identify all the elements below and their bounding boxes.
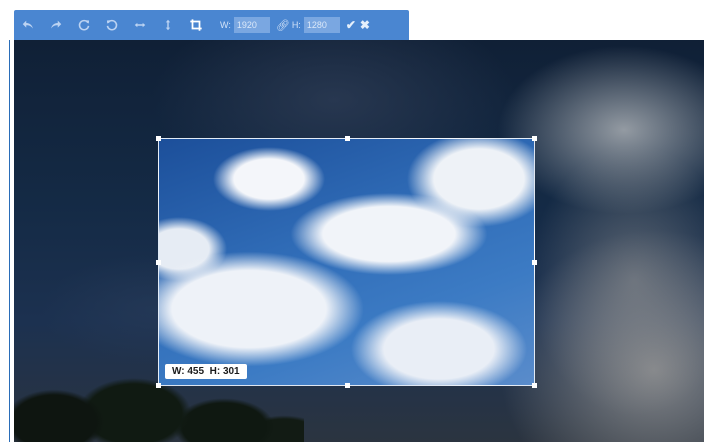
height-input[interactable]: [303, 17, 340, 33]
crop-size-badge: W: 455 H: 301: [165, 364, 247, 379]
flip-vertical-icon[interactable]: [154, 10, 182, 40]
check-icon[interactable]: ✔: [346, 18, 356, 32]
rotate-left-icon[interactable]: [98, 10, 126, 40]
editor-left-border: [9, 40, 10, 442]
close-icon[interactable]: ✖: [360, 18, 370, 32]
crop-handle-left[interactable]: [156, 260, 161, 265]
crop-handle-top[interactable]: [345, 136, 350, 141]
link-icon[interactable]: 🔗︎: [276, 19, 290, 32]
crop-handle-bottom-left[interactable]: [156, 383, 161, 388]
crop-area[interactable]: W: 455 H: 301: [156, 136, 537, 388]
width-label: W:: [220, 20, 231, 30]
crop-handle-top-right[interactable]: [532, 136, 537, 141]
width-input[interactable]: [233, 17, 270, 33]
crop-handle-right[interactable]: [532, 260, 537, 265]
crop-handle-bottom[interactable]: [345, 383, 350, 388]
crop-handle-bottom-right[interactable]: [532, 383, 537, 388]
crop-icon[interactable]: [182, 10, 210, 40]
redo-icon[interactable]: [42, 10, 70, 40]
flip-horizontal-icon[interactable]: [126, 10, 154, 40]
crop-handle-top-left[interactable]: [156, 136, 161, 141]
height-label: H:: [291, 20, 301, 30]
rotate-right-icon[interactable]: [70, 10, 98, 40]
image-editor-toolbar: W: 🔗︎ H: ✔ ✖: [14, 10, 409, 40]
undo-icon[interactable]: [14, 10, 42, 40]
